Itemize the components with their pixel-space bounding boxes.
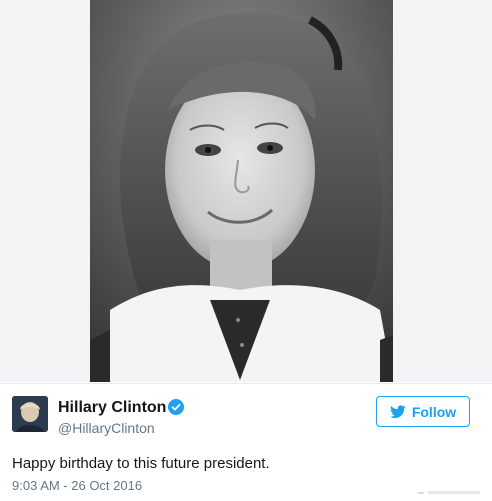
watermark-mark (418, 491, 480, 494)
verified-badge-icon (168, 399, 184, 415)
follow-label: Follow (411, 403, 457, 420)
tweet-photo[interactable] (90, 0, 393, 382)
tweet-timestamp[interactable]: 9:03 AM - 26 Oct 2016 (12, 478, 142, 493)
follow-button[interactable]: Follow (376, 396, 470, 427)
twitter-bird-icon (389, 404, 406, 418)
avatar-image (12, 396, 48, 432)
author-avatar[interactable] (12, 396, 48, 432)
author-name[interactable]: Hillary Clinton (58, 399, 166, 417)
tweet-text: Happy birthday to this future president. (12, 455, 270, 472)
tweet-media (0, 0, 492, 382)
girl-portrait-image (90, 0, 393, 382)
author-handle[interactable]: @HillaryClinton (58, 420, 155, 436)
